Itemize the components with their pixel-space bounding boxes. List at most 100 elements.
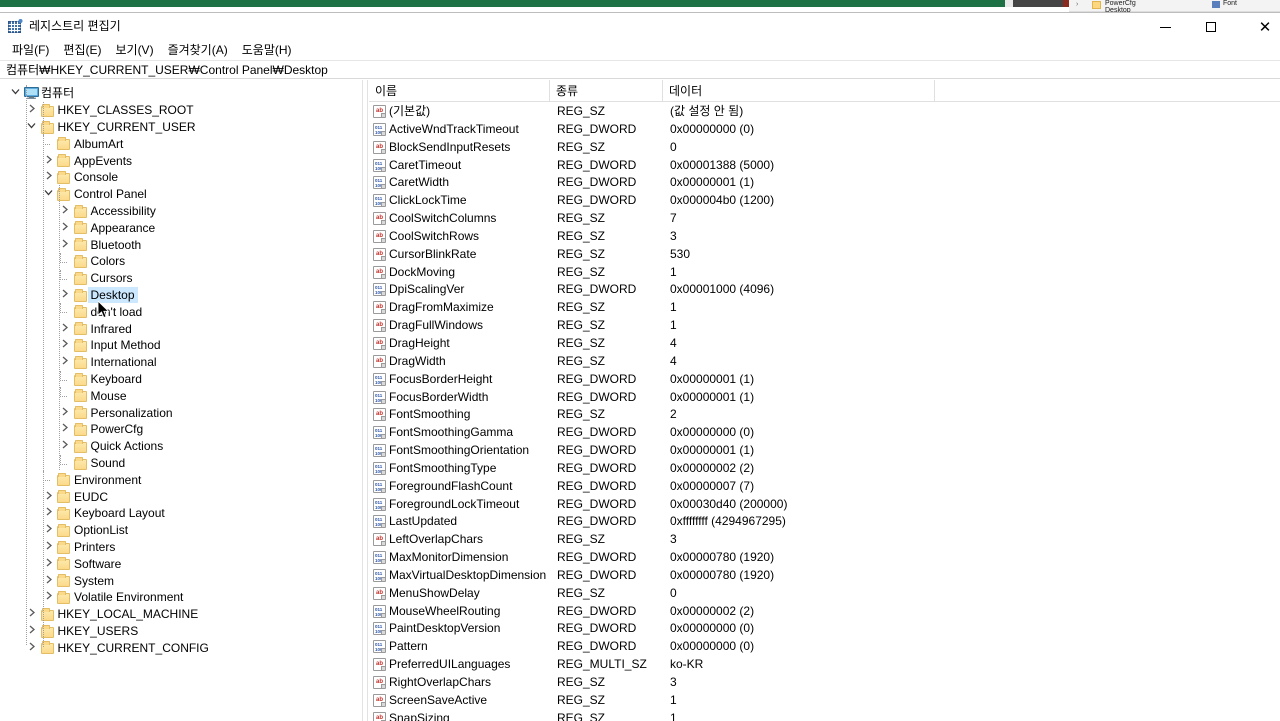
value-type: REG_SZ — [557, 531, 605, 548]
value-name: BlockSendInputResets — [389, 139, 510, 156]
value-row[interactable]: abDragFullWindowsREG_SZ1 — [369, 317, 1280, 335]
value-row[interactable]: 011100ActiveWndTrackTimeoutREG_DWORD0x00… — [369, 121, 1280, 139]
maximize-button[interactable] — [1188, 13, 1234, 41]
tree-item-don-t-load[interactable]: don't load — [0, 303, 362, 320]
value-row[interactable]: 011100ClickLockTimeREG_DWORD0x000004b0 (… — [369, 192, 1280, 210]
value-row[interactable]: abSnapSizingREG_SZ1 — [369, 710, 1280, 721]
menu-help[interactable]: 도움말(H) — [235, 42, 299, 60]
tree-item-hkey-local-machine[interactable]: HKEY_LOCAL_MACHINE — [0, 606, 362, 623]
chevron-down-icon[interactable] — [8, 85, 22, 101]
tree-item-keyboard[interactable]: Keyboard — [0, 371, 362, 388]
tree-item-desktop[interactable]: Desktop — [0, 287, 362, 304]
value-row[interactable]: abBlockSendInputResetsREG_SZ0 — [369, 139, 1280, 157]
value-name: RightOverlapChars — [389, 674, 491, 691]
tree-item-sound[interactable]: Sound — [0, 455, 362, 472]
value-row[interactable]: abDragHeightREG_SZ4 — [369, 335, 1280, 353]
value-row[interactable]: ab(기본값)REG_SZ(값 설정 안 됨) — [369, 103, 1280, 121]
column-header-type[interactable]: 종류 — [550, 80, 663, 102]
registry-tree-pane[interactable]: 컴퓨터HKEY_CLASSES_ROOTHKEY_CURRENT_USERAlb… — [0, 80, 362, 721]
value-row[interactable]: 011100PatternREG_DWORD0x00000000 (0) — [369, 638, 1280, 656]
folder-icon — [57, 509, 70, 520]
value-name: MaxMonitorDimension — [389, 549, 508, 566]
minimize-button[interactable] — [1142, 13, 1188, 41]
tree-item-software[interactable]: Software — [0, 555, 362, 572]
tree-item-albumart[interactable]: AlbumArt — [0, 135, 362, 152]
tree-item-volatile-environment[interactable]: Volatile Environment — [0, 589, 362, 606]
tree-item-international[interactable]: International — [0, 354, 362, 371]
registry-values-pane[interactable]: 이름 종류 데이터 ab(기본값)REG_SZ(값 설정 안 됨)011100A… — [369, 80, 1280, 721]
menu-favorites[interactable]: 즐겨찾기(A) — [161, 42, 235, 60]
value-row[interactable]: abCursorBlinkRateREG_SZ530 — [369, 246, 1280, 264]
menu-file[interactable]: 파일(F) — [5, 42, 56, 60]
value-row[interactable]: abCoolSwitchRowsREG_SZ3 — [369, 228, 1280, 246]
tree-item-quick-actions[interactable]: Quick Actions — [0, 438, 362, 455]
value-row[interactable]: abScreenSaveActiveREG_SZ1 — [369, 692, 1280, 710]
tree-item-hkey-current-user[interactable]: HKEY_CURRENT_USER — [0, 119, 362, 136]
value-row[interactable]: 011100ForegroundFlashCountREG_DWORD0x000… — [369, 478, 1280, 496]
value-row[interactable]: 011100FontSmoothingGammaREG_DWORD0x00000… — [369, 424, 1280, 442]
tree-item-powercfg[interactable]: PowerCfg — [0, 421, 362, 438]
value-row[interactable]: abDragFromMaximizeREG_SZ1 — [369, 299, 1280, 317]
value-row[interactable]: 011100FontSmoothingOrientationREG_DWORD0… — [369, 442, 1280, 460]
value-row[interactable]: 011100FocusBorderHeightREG_DWORD0x000000… — [369, 371, 1280, 389]
value-row[interactable]: 011100FocusBorderWidthREG_DWORD0x0000000… — [369, 389, 1280, 407]
value-row[interactable]: abMenuShowDelayREG_SZ0 — [369, 585, 1280, 603]
value-row[interactable]: abPreferredUILanguagesREG_MULTI_SZko-KR — [369, 656, 1280, 674]
tree-item-optionlist[interactable]: OptionList — [0, 522, 362, 539]
tree-item-environment[interactable]: Environment — [0, 471, 362, 488]
address-bar[interactable]: 컴퓨터₩HKEY_CURRENT_USER₩Control Panel₩Desk… — [0, 60, 1280, 79]
tree-item-control-panel[interactable]: Control Panel — [0, 186, 362, 203]
tree-item-colors[interactable]: Colors — [0, 253, 362, 270]
value-row[interactable]: 011100MaxMonitorDimensionREG_DWORD0x0000… — [369, 549, 1280, 567]
column-header-name[interactable]: 이름 — [369, 80, 550, 102]
value-row[interactable]: abRightOverlapCharsREG_SZ3 — [369, 674, 1280, 692]
values-list: ab(기본값)REG_SZ(값 설정 안 됨)011100ActiveWndTr… — [369, 103, 1280, 721]
value-row[interactable]: 011100FontSmoothingTypeREG_DWORD0x000000… — [369, 460, 1280, 478]
tree-item-appearance[interactable]: Appearance — [0, 219, 362, 236]
value-name: MaxVirtualDesktopDimension — [389, 567, 546, 584]
folder-icon — [74, 274, 87, 285]
value-row[interactable]: 011100ForegroundLockTimeoutREG_DWORD0x00… — [369, 496, 1280, 514]
value-row[interactable]: 011100MouseWheelRoutingREG_DWORD0x000000… — [369, 603, 1280, 621]
menu-view[interactable]: 보기(V) — [108, 42, 160, 60]
tree-item-label: Personalization — [88, 405, 176, 421]
tree-item-bluetooth[interactable]: Bluetooth — [0, 236, 362, 253]
tree-item-keyboard-layout[interactable]: Keyboard Layout — [0, 505, 362, 522]
tree-item-[interactable]: 컴퓨터 — [0, 85, 362, 102]
value-row[interactable]: 011100LastUpdatedREG_DWORD0xffffffff (42… — [369, 513, 1280, 531]
tree-item-infrared[interactable]: Infrared — [0, 320, 362, 337]
value-data: 0x00000000 (0) — [670, 121, 754, 138]
value-row[interactable]: 011100DpiScalingVerREG_DWORD0x00001000 (… — [369, 281, 1280, 299]
value-row[interactable]: 011100PaintDesktopVersionREG_DWORD0x0000… — [369, 620, 1280, 638]
tree-item-system[interactable]: System — [0, 572, 362, 589]
folder-icon — [57, 526, 70, 537]
value-row[interactable]: abCoolSwitchColumnsREG_SZ7 — [369, 210, 1280, 228]
tree-item-accessibility[interactable]: Accessibility — [0, 203, 362, 220]
tree-item-personalization[interactable]: Personalization — [0, 404, 362, 421]
menu-edit[interactable]: 편집(E) — [56, 42, 108, 60]
value-row[interactable]: abFontSmoothingREG_SZ2 — [369, 406, 1280, 424]
tree-item-cursors[interactable]: Cursors — [0, 270, 362, 287]
close-button[interactable]: ✕ — [1242, 13, 1280, 41]
value-data: 0x00000780 (1920) — [670, 567, 774, 584]
tree-item-hkey-classes-root[interactable]: HKEY_CLASSES_ROOT — [0, 102, 362, 119]
tree-item-console[interactable]: Console — [0, 169, 362, 186]
tree-item-appevents[interactable]: AppEvents — [0, 152, 362, 169]
tree-item-hkey-current-config[interactable]: HKEY_CURRENT_CONFIG — [0, 639, 362, 656]
value-row[interactable]: abDragWidthREG_SZ4 — [369, 353, 1280, 371]
background-separator — [1005, 0, 1013, 7]
pane-splitter[interactable] — [362, 80, 368, 721]
tree-item-input-method[interactable]: Input Method — [0, 337, 362, 354]
value-row[interactable]: 011100CaretWidthREG_DWORD0x00000001 (1) — [369, 174, 1280, 192]
tree-item-hkey-users[interactable]: HKEY_USERS — [0, 623, 362, 640]
tree-item-printers[interactable]: Printers — [0, 539, 362, 556]
value-row[interactable]: 011100MaxVirtualDesktopDimensionREG_DWOR… — [369, 567, 1280, 585]
value-row[interactable]: abLeftOverlapCharsREG_SZ3 — [369, 531, 1280, 549]
column-header-data[interactable]: 데이터 — [663, 80, 935, 102]
value-row[interactable]: abDockMovingREG_SZ1 — [369, 264, 1280, 282]
value-row[interactable]: 011100CaretTimeoutREG_DWORD0x00001388 (5… — [369, 157, 1280, 175]
value-name: FocusBorderWidth — [389, 389, 488, 406]
tree-item-mouse[interactable]: Mouse — [0, 387, 362, 404]
tree-item-eudc[interactable]: EUDC — [0, 488, 362, 505]
value-name: (기본값) — [389, 103, 430, 120]
